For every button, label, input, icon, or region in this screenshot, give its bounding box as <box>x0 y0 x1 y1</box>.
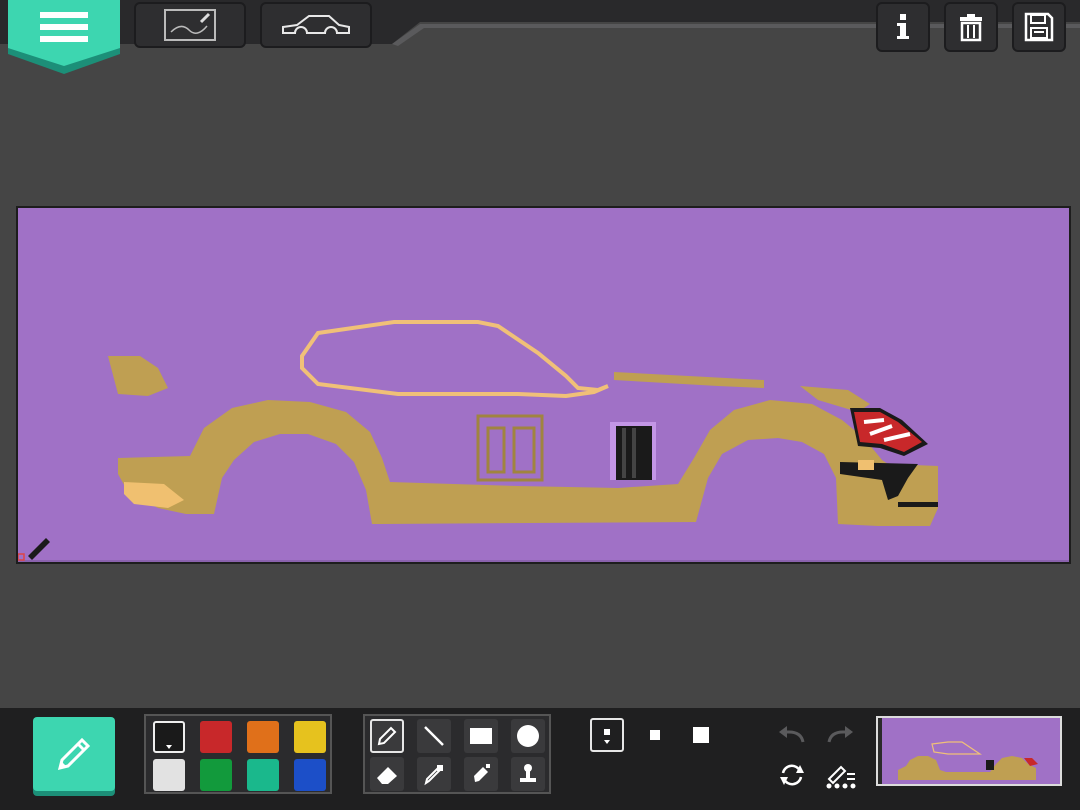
edit-background-tab[interactable] <box>134 2 246 48</box>
brush-icon <box>18 538 50 561</box>
circle-icon <box>517 725 539 747</box>
eraser-icon <box>377 767 397 784</box>
color-swatch-blue[interactable] <box>294 759 326 791</box>
draw-mode-button[interactable] <box>33 717 115 791</box>
color-swatch-teal[interactable] <box>247 759 279 791</box>
color-swatch-white[interactable] <box>153 759 185 791</box>
color-swatch-orange[interactable] <box>247 721 279 753</box>
rectangle-tool[interactable] <box>464 719 498 753</box>
brush-size-small[interactable] <box>590 718 624 752</box>
brush-size-medium[interactable] <box>640 720 670 750</box>
circle-tool[interactable] <box>511 719 545 753</box>
pencil-icon <box>377 726 397 746</box>
tool-panel <box>363 714 551 794</box>
color-swatch-red[interactable] <box>200 721 232 753</box>
color-palette <box>144 714 332 794</box>
small-dot-icon <box>604 729 610 744</box>
fill-icon <box>826 765 856 789</box>
hamburger-menu-icon <box>8 0 120 74</box>
floppy-disk-icon <box>1024 12 1054 42</box>
undo-icon <box>779 726 805 743</box>
line-icon <box>424 726 444 746</box>
stamp-icon <box>520 764 536 782</box>
large-dot-icon <box>693 727 709 743</box>
delete-button[interactable] <box>944 2 998 52</box>
eraser-tool[interactable] <box>370 757 404 791</box>
preview-thumbnail <box>882 718 1060 784</box>
reset-button[interactable] <box>774 758 810 792</box>
trash-icon <box>960 14 982 42</box>
car-outline-icon <box>282 15 350 34</box>
top-toolbar <box>0 0 1080 74</box>
color-swatch-green[interactable] <box>200 759 232 791</box>
undo-button[interactable] <box>774 720 810 750</box>
color-swatch-black[interactable] <box>153 721 185 753</box>
car-drawing <box>18 320 1069 562</box>
medium-dot-icon <box>650 730 660 740</box>
refresh-icon <box>780 764 804 786</box>
brush-size-large[interactable] <box>686 720 716 750</box>
save-button[interactable] <box>1012 2 1066 52</box>
pencil-icon <box>57 737 91 771</box>
eyedropper-icon <box>424 765 443 786</box>
eyedropper-tool[interactable] <box>417 757 451 791</box>
stamp-tool[interactable] <box>511 757 545 791</box>
color-swatch-yellow[interactable] <box>294 721 326 753</box>
pencil-tool[interactable] <box>370 719 404 753</box>
info-button[interactable] <box>876 2 930 52</box>
canvas-preview[interactable] <box>876 716 1062 786</box>
line-tool[interactable] <box>417 719 451 753</box>
info-icon <box>897 14 909 39</box>
sketch-icon <box>164 9 216 41</box>
rectangle-icon <box>470 728 492 744</box>
car-shape-tab[interactable] <box>260 2 372 48</box>
drawing-canvas[interactable] <box>16 206 1071 564</box>
selected-caret-icon <box>166 745 172 749</box>
fill-button[interactable] <box>820 758 860 792</box>
spray-tool[interactable] <box>464 757 498 791</box>
menu-button[interactable] <box>8 0 120 74</box>
redo-icon <box>827 726 853 743</box>
redo-button[interactable] <box>822 720 858 750</box>
spray-can-icon <box>474 764 490 782</box>
